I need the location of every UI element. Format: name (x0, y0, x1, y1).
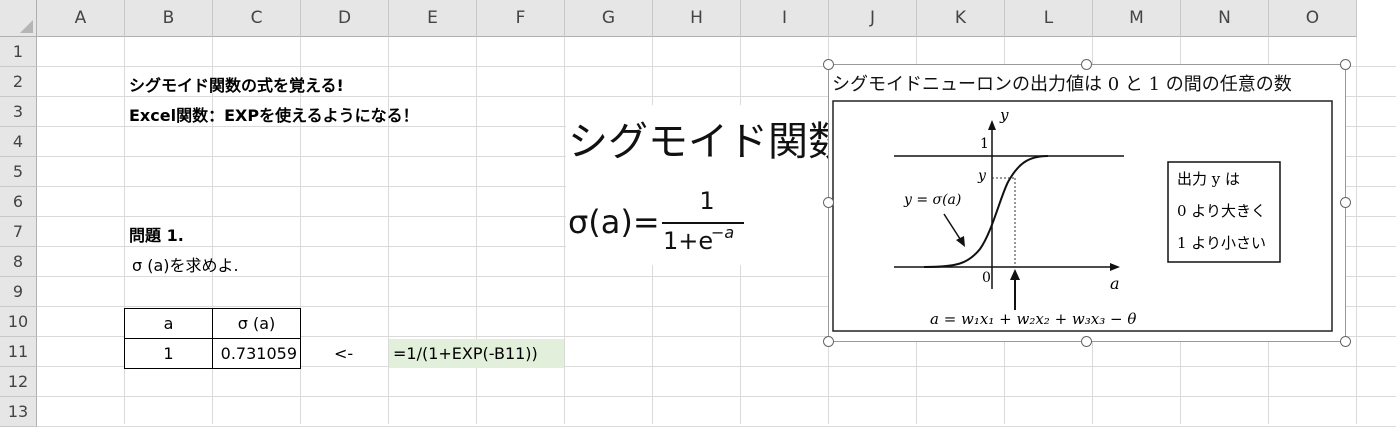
tick-y-label: y (978, 168, 986, 184)
cell-b10-text: a (163, 314, 174, 333)
formula-numerator: 1 (699, 187, 715, 215)
sigmoid-figure-image[interactable]: シグモイドニューロンの出力値は 0 と 1 の間の任意の数 y 1 y 0 a … (828, 64, 1346, 342)
y-axis-arrow-icon (988, 120, 996, 130)
column-header-c[interactable]: C (213, 0, 301, 37)
grid-horizontal-line (37, 396, 1396, 397)
formula-denominator: 1+e (663, 227, 714, 255)
bottom-equation: a = w₁x₁ + w₂x₂ + w₃x₃ − θ (930, 310, 1137, 328)
column-header-l[interactable]: L (1005, 0, 1093, 37)
curve-label: y = σ(a) (904, 192, 962, 208)
resize-handle-middle-right[interactable] (1340, 197, 1351, 208)
legend-line-2: 0 より大きく (1177, 202, 1267, 220)
input-arrow-icon (1010, 269, 1020, 280)
x-axis-label: a (1110, 274, 1120, 293)
resize-handle-top-right[interactable] (1340, 59, 1351, 70)
cell-b11-text: 1 (163, 344, 174, 363)
cell-b10[interactable]: a (124, 308, 213, 339)
column-header-k[interactable]: K (917, 0, 1005, 37)
formula-image[interactable]: シグモイド関数 σ(a)= 1 1+e −a (566, 105, 848, 265)
column-header-o[interactable]: O (1269, 0, 1357, 37)
tick-one-label: 1 (980, 136, 989, 152)
column-header-n[interactable]: N (1181, 0, 1269, 37)
resize-handle-middle-left[interactable] (823, 197, 834, 208)
column-header-h[interactable]: H (653, 0, 741, 37)
origin-label: 0 (982, 270, 991, 286)
cell-c11[interactable]: 0.731059 (212, 338, 301, 369)
row-header-6[interactable]: 6 (0, 187, 37, 217)
row-header-4[interactable]: 4 (0, 127, 37, 157)
column-header-d[interactable]: D (301, 0, 389, 37)
cell-b8[interactable]: σ (a)を求めよ. (132, 252, 239, 276)
row-header-11[interactable]: 11 (0, 337, 37, 367)
legend-line-1: 出力 y は (1177, 170, 1241, 188)
row-header-8[interactable]: 8 (0, 247, 37, 277)
row-header-7[interactable]: 7 (0, 217, 37, 247)
column-header-e[interactable]: E (389, 0, 477, 37)
formula-lhs: σ(a)= (568, 203, 660, 241)
cell-b11[interactable]: 1 (124, 338, 213, 369)
row-header-13[interactable]: 13 (0, 397, 37, 427)
figure-caption: シグモイドニューロンの出力値は 0 と 1 の間の任意の数 (832, 74, 1292, 95)
row-header-5[interactable]: 5 (0, 157, 37, 187)
column-header-m[interactable]: M (1093, 0, 1181, 37)
resize-handle-bottom-left[interactable] (823, 336, 834, 347)
label-pointer-arrow-icon (956, 236, 965, 247)
row-header-9[interactable]: 9 (0, 277, 37, 307)
legend-line-3: 1 より小さい (1177, 234, 1267, 252)
cell-e11-text: =1/(1+EXP(-B11)) (393, 344, 538, 363)
select-all-triangle-icon (20, 20, 33, 33)
row-header-3[interactable]: 3 (0, 97, 37, 127)
column-header-f[interactable]: F (477, 0, 565, 37)
cell-b7[interactable]: 問題 1. (129, 222, 184, 246)
cell-d11[interactable]: <- (334, 344, 353, 363)
resize-handle-bottom-right[interactable] (1340, 336, 1351, 347)
cell-c10-text: σ (a) (237, 314, 276, 333)
y-axis-label: y (1000, 106, 1009, 124)
column-header-g[interactable]: G (565, 0, 653, 37)
cell-e11[interactable]: =1/(1+EXP(-B11)) (389, 339, 564, 368)
column-header-i[interactable]: I (741, 0, 829, 37)
cell-c11-text: 0.731059 (220, 344, 297, 363)
resize-handle-bottom-middle[interactable] (1081, 336, 1092, 347)
cell-b2[interactable]: シグモイド関数の式を覚える! (129, 72, 344, 96)
column-header-a[interactable]: A (37, 0, 125, 37)
x-axis-arrow-icon (1110, 263, 1120, 271)
select-all-corner[interactable] (0, 0, 37, 37)
row-header-2[interactable]: 2 (0, 67, 37, 97)
resize-handle-top-left[interactable] (823, 59, 834, 70)
cell-c10[interactable]: σ (a) (212, 308, 301, 339)
row-header-10[interactable]: 10 (0, 307, 37, 337)
row-header-12[interactable]: 12 (0, 367, 37, 397)
formula-image-title: シグモイド関数 (568, 119, 848, 165)
label-pointer-line (943, 213, 963, 243)
resize-handle-top-middle[interactable] (1081, 59, 1092, 70)
cell-b3[interactable]: Excel関数：EXPを使えるようになる！ (129, 102, 419, 126)
formula-exponent: −a (711, 223, 735, 242)
sigmoid-curve (923, 155, 1049, 268)
column-header-j[interactable]: J (829, 0, 917, 37)
row-header-1[interactable]: 1 (0, 37, 37, 67)
column-header-b[interactable]: B (125, 0, 213, 37)
